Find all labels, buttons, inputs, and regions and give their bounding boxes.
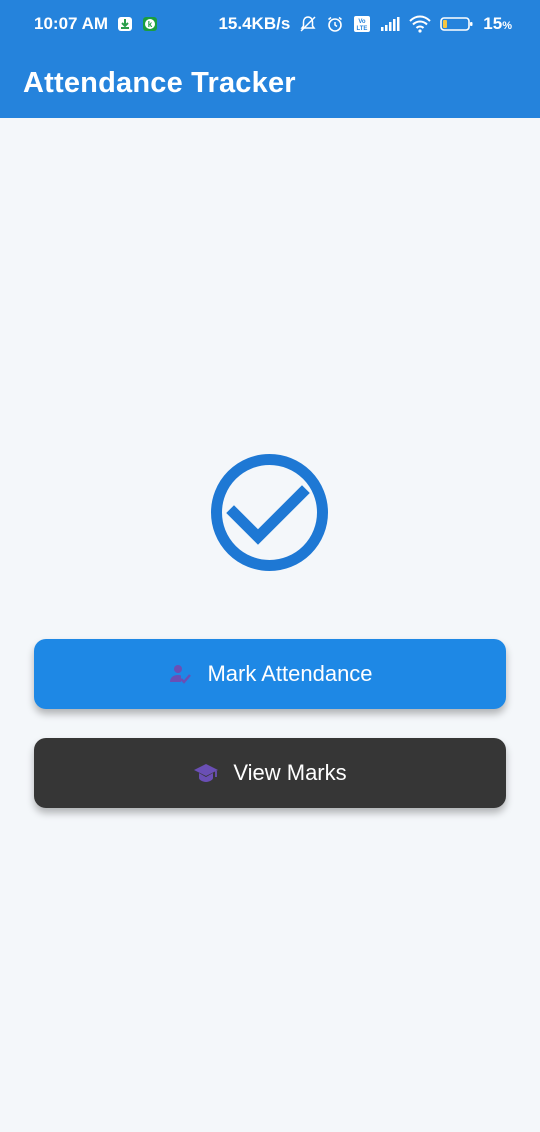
status-time: 10:07 AM: [34, 14, 109, 33]
alarm-icon: [326, 15, 344, 33]
view-marks-button[interactable]: View Marks: [34, 738, 506, 808]
app-bar: Attendance Tracker: [0, 48, 540, 118]
mute-bell-icon: [299, 15, 317, 33]
k-app-icon: k: [142, 16, 158, 32]
battery-percent: 15%: [483, 14, 512, 33]
mark-attendance-button[interactable]: Mark Attendance: [34, 639, 506, 709]
signal-icon: [380, 16, 400, 32]
status-bar-right: 15.4KB/s Vo LTE 15%: [218, 14, 512, 34]
battery-icon: [440, 16, 474, 32]
network-speed: 15.4KB/s: [218, 14, 291, 33]
svg-text:LTE: LTE: [357, 26, 368, 32]
graduation-cap-icon: [193, 760, 219, 786]
wifi-icon: [409, 15, 432, 33]
status-bar-left: 10:07 AM k: [34, 14, 158, 34]
svg-text:k: k: [148, 20, 153, 29]
check-circle-icon: [210, 453, 329, 572]
page-title: Attendance Tracker: [23, 66, 296, 99]
status-bar: 10:07 AM k 15.4KB/s Vo LTE 15%: [0, 0, 540, 48]
mark-attendance-label: Mark Attendance: [207, 661, 373, 686]
person-check-icon: [167, 661, 193, 687]
volte-icon: Vo LTE: [353, 15, 371, 33]
view-marks-label: View Marks: [233, 760, 347, 785]
svg-text:Vo: Vo: [359, 19, 367, 25]
download-icon: [117, 16, 133, 32]
